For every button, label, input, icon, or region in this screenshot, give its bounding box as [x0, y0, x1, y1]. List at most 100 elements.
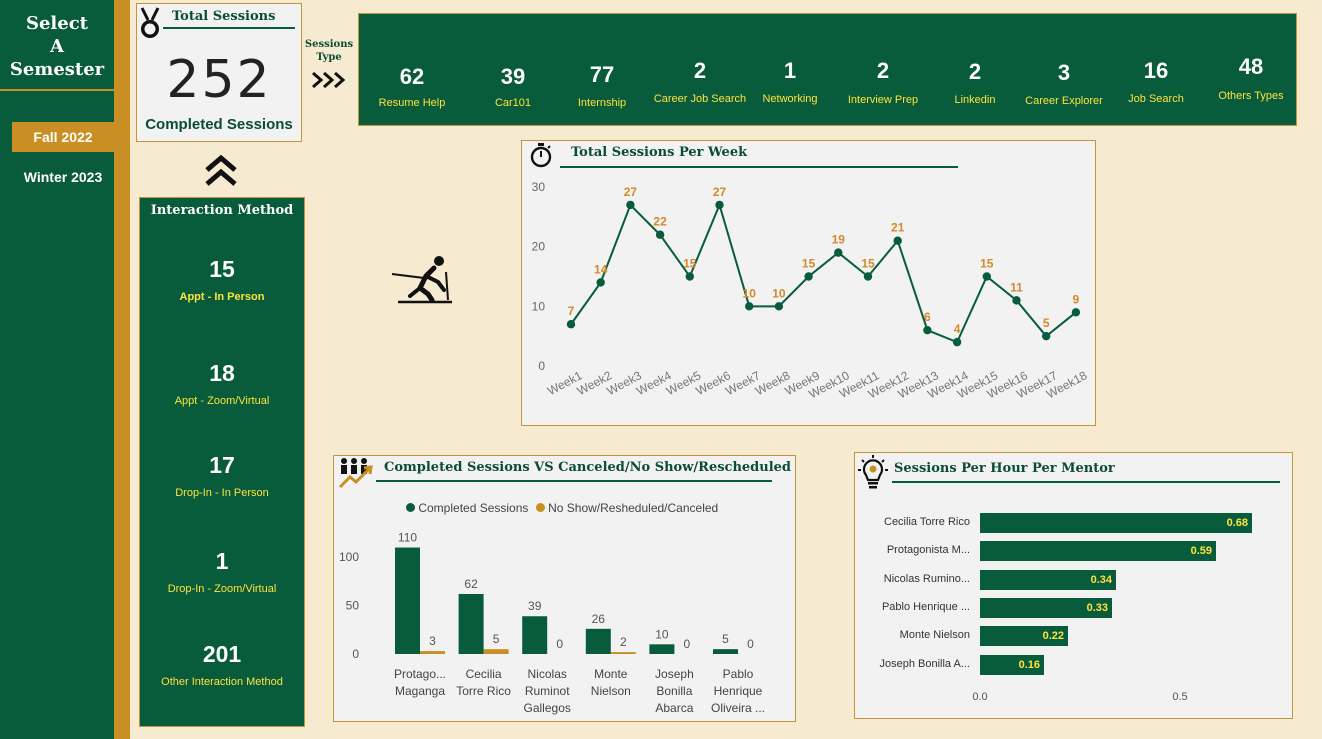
line-chart-data-label: 21 — [891, 221, 905, 235]
line-chart-ytick: 10 — [532, 299, 546, 313]
column-chart-category-label: Ruminot — [525, 684, 570, 698]
semester-option-fall-2022[interactable]: Fall 2022 — [12, 122, 114, 152]
column-label-completed: 26 — [592, 612, 606, 626]
total-sessions-title: Total Sessions — [172, 9, 276, 24]
select-semester-line-2: A — [50, 36, 64, 57]
column-label-completed: 10 — [655, 627, 669, 641]
column-chart-category-label: Henrique — [714, 684, 763, 698]
mentor-name-label: Cecilia Torre Rico — [884, 516, 970, 528]
mentor-bar-value: 0.68 — [1226, 517, 1248, 529]
mentor-name-label: Pablo Henrique ... — [881, 600, 970, 613]
line-chart-ytick: 20 — [532, 240, 546, 254]
column-chart-category-label: Joseph — [655, 667, 694, 681]
sessions-per-week-underline — [560, 166, 958, 168]
line-chart-series-line — [570, 201, 1077, 344]
sidebar-divider — [114, 0, 130, 739]
session-type-value-others: 48 — [1238, 54, 1264, 79]
column-bar-completed — [395, 547, 420, 654]
column-chart-category-label: Gallegos — [524, 701, 571, 715]
column-label-canceled: 3 — [429, 634, 436, 648]
line-chart-ytick: 0 — [538, 359, 545, 373]
interaction-value-appt-in-person: 15 — [209, 256, 235, 282]
mentor-bar-value: 0.22 — [1042, 630, 1064, 643]
session-type-value-resume-help: 62 — [399, 64, 425, 89]
semester-option-winter-2023[interactable]: Winter 2023 — [12, 162, 114, 192]
column-chart-category-label: Oliveira ... — [711, 701, 765, 715]
line-chart-point — [923, 326, 932, 335]
column-chart-category-label: Nicolas — [528, 667, 567, 681]
line-chart-point — [715, 200, 724, 210]
stopwatch-icon — [530, 143, 552, 168]
line-chart-point — [863, 272, 873, 281]
column-chart-category-label: Abarca — [655, 701, 693, 715]
session-type-value-career-explorer: 3 — [1057, 60, 1071, 85]
legend-label-canceled: No Show/Resheduled/Canceled — [548, 501, 719, 515]
line-chart-point — [982, 272, 991, 281]
column-bar-canceled — [610, 652, 636, 654]
sessions-type-label-line-1: Sessions — [304, 39, 354, 50]
line-chart-data-label: 14 — [594, 262, 608, 276]
interaction-label-dropin-in-person: Drop-In - In Person — [175, 487, 269, 499]
total-sessions-value: 252 — [166, 50, 272, 110]
line-chart-data-label: 22 — [653, 215, 667, 229]
mentor-name-label: Monte Nielson — [899, 629, 970, 642]
column-bar-canceled — [420, 651, 445, 654]
session-type-value-internship: 77 — [589, 62, 615, 87]
line-chart-point — [596, 278, 605, 287]
sessions-type-label-line-2: Type — [316, 52, 342, 63]
total-sessions-underline — [163, 27, 295, 29]
line-chart-point — [952, 337, 962, 347]
session-type-value-networking: 1 — [783, 58, 797, 83]
line-chart-point — [745, 302, 754, 311]
session-type-label-linkedin: Linkedin — [954, 94, 996, 106]
double-chevron-up-icon — [205, 154, 237, 186]
interaction-label-appt-in-person: Appt - In Person — [179, 291, 265, 303]
interaction-value-dropin-in-person: 17 — [209, 452, 235, 478]
select-semester-title: Select A Semester — [0, 12, 114, 81]
select-semester-line-1: Select — [25, 13, 88, 34]
line-chart-data-label: 4 — [954, 322, 961, 336]
medal-icon — [140, 7, 160, 38]
column-chart-category-label: Protago... — [394, 667, 446, 681]
column-label-completed: 110 — [398, 531, 417, 545]
column-label-canceled: 0 — [747, 637, 754, 651]
session-type-label-others: Others Types — [1218, 90, 1284, 102]
column-label-canceled: 0 — [556, 637, 563, 651]
sessions-per-week-chart: 01020307Week114Week227Week322Week415Week… — [532, 180, 1090, 401]
line-chart-point — [893, 236, 902, 245]
skier-icon — [391, 256, 452, 304]
column-label-completed: 39 — [528, 599, 542, 613]
column-chart-category-label: Cecilia — [466, 667, 502, 681]
interaction-method-panel: Interaction Method 15 Appt - In Person 1… — [139, 197, 305, 727]
line-chart-data-label: 10 — [772, 286, 786, 300]
team-growth-icon — [338, 458, 373, 489]
line-chart-data-label: 15 — [683, 257, 697, 271]
session-type-value-job-search: 16 — [1143, 58, 1169, 83]
session-type-label-car101: Car101 — [494, 97, 532, 109]
column-label-canceled: 5 — [493, 632, 500, 646]
legend-label-completed: Completed Sessions — [418, 501, 529, 515]
mentor-bar-value: 0.34 — [1090, 573, 1112, 586]
column-bar-completed — [458, 593, 484, 654]
line-chart-data-label: 6 — [924, 310, 931, 324]
line-chart-data-label: 11 — [1010, 280, 1023, 294]
column-bar-completed — [522, 616, 548, 654]
column-chart-ytick: 0 — [352, 647, 359, 661]
column-label-canceled: 2 — [620, 635, 627, 649]
line-chart-data-label: 27 — [713, 185, 727, 199]
column-label-canceled: 0 — [684, 637, 691, 651]
session-type-value-car101: 39 — [500, 64, 526, 89]
session-type-label-resume-help: Resume Help — [378, 97, 446, 109]
column-bar-canceled — [483, 649, 509, 654]
lightbulb-gear-icon — [858, 455, 888, 489]
session-type-value-linkedin: 2 — [968, 59, 982, 84]
line-chart-point — [774, 302, 784, 311]
mentor-chart-xtick: 0.0 — [972, 691, 988, 703]
line-chart-data-label: 9 — [1073, 292, 1080, 306]
session-type-label-job-search: Job Search — [1128, 93, 1184, 105]
mentor-bar-value: 0.16 — [1018, 658, 1040, 671]
mentor-name-label: Nicolas Rumino... — [883, 572, 970, 585]
session-type-label-internship: Internship — [577, 97, 627, 109]
line-chart-data-label: 15 — [861, 257, 875, 271]
line-chart-point — [655, 230, 665, 239]
